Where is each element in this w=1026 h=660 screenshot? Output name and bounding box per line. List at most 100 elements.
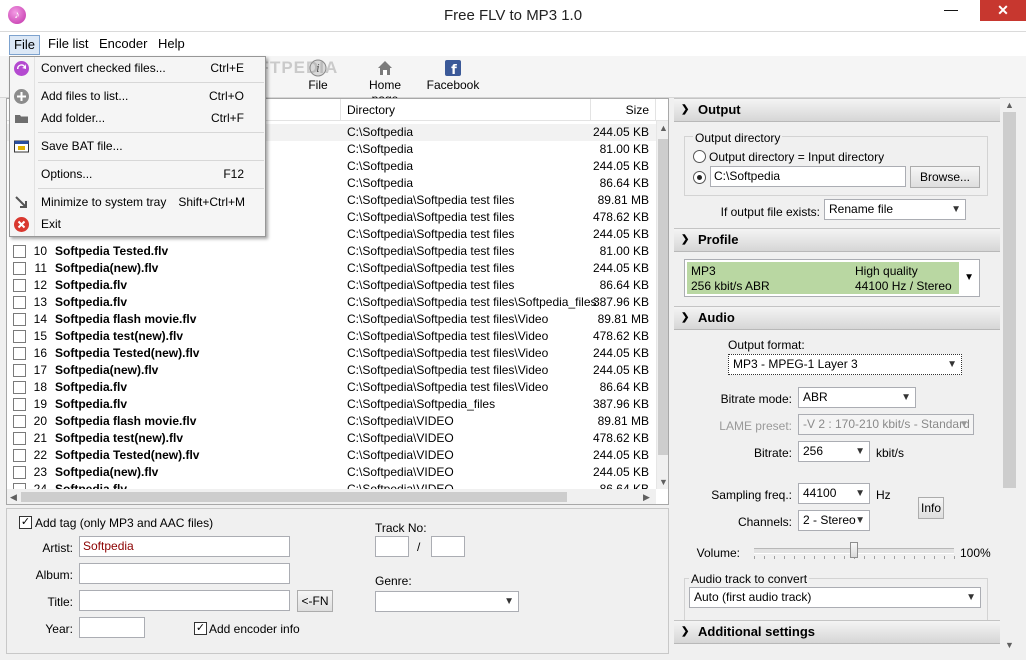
row-checkbox[interactable] bbox=[13, 296, 26, 309]
close-icon[interactable]: ✕ bbox=[980, 0, 1026, 21]
artist-input[interactable]: Softpedia bbox=[79, 536, 290, 557]
table-row[interactable]: 14 Softpedia flash movie.flv C:\Softpedia\… bbox=[7, 311, 657, 328]
row-checkbox[interactable] bbox=[13, 262, 26, 275]
browse-button[interactable]: Browse... bbox=[910, 166, 980, 188]
if-exists-select[interactable]: Rename file ▼ bbox=[824, 199, 966, 220]
volume-slider-thumb[interactable] bbox=[850, 542, 858, 558]
scroll-down-icon[interactable]: ▼ bbox=[659, 477, 668, 487]
scroll-down-icon[interactable]: ▼ bbox=[1005, 640, 1014, 650]
table-row[interactable]: 20 Softpedia flash movie.flv C:\Softpedia\… bbox=[7, 413, 657, 430]
track-total-input[interactable] bbox=[431, 536, 465, 557]
menu-item-exit[interactable]: Exit bbox=[10, 213, 265, 235]
menu-file[interactable]: File bbox=[9, 35, 40, 55]
info-button[interactable]: Info bbox=[918, 497, 944, 519]
channels-label: Channels: bbox=[737, 515, 792, 529]
year-input[interactable] bbox=[79, 617, 145, 638]
menu-help[interactable]: Help bbox=[154, 35, 189, 55]
row-checkbox[interactable] bbox=[13, 364, 26, 377]
row-number: 18 bbox=[33, 380, 47, 394]
table-row[interactable]: 10 Softpedia Tested.flv C:\Softpedia\Softp… bbox=[7, 243, 657, 260]
scroll-up-icon[interactable]: ▲ bbox=[659, 123, 668, 133]
lame-preset-select[interactable]: -V 2 : 170-210 kbit/s - Standard ▼ bbox=[798, 414, 974, 435]
row-checkbox[interactable] bbox=[13, 381, 26, 394]
menu-item-save-bat[interactable]: Save BAT file... bbox=[10, 135, 265, 157]
filename-to-title-button[interactable]: <-FN bbox=[297, 590, 333, 612]
audio-track-select[interactable]: Auto (first audio track) ▼ bbox=[689, 587, 981, 608]
chevron-down-icon: ▼ bbox=[855, 488, 865, 499]
row-filename: Softpedia test(new).flv bbox=[55, 329, 184, 343]
home-icon bbox=[378, 61, 392, 75]
menu-file-list[interactable]: File list bbox=[44, 35, 92, 55]
row-checkbox[interactable] bbox=[13, 432, 26, 445]
row-size: 81.00 KB bbox=[599, 244, 649, 258]
table-row[interactable]: 18 Softpedia.flv C:\Softpedia\Softpedia te… bbox=[7, 379, 657, 396]
row-checkbox[interactable] bbox=[13, 330, 26, 343]
radio-input-directory[interactable] bbox=[693, 150, 706, 163]
sampling-select[interactable]: 44100 ▼ bbox=[798, 483, 870, 504]
table-row[interactable]: 21 Softpedia test(new).flv C:\Softpedia\VI… bbox=[7, 430, 657, 447]
output-section-header[interactable]: ❯ Output bbox=[674, 98, 1000, 122]
row-number: 12 bbox=[33, 278, 47, 292]
output-path-input[interactable]: C:\Softpedia bbox=[710, 166, 906, 187]
audio-section-header[interactable]: ❯ Audio bbox=[674, 306, 1000, 330]
profile-section-title: Profile bbox=[698, 232, 739, 247]
row-number: 17 bbox=[33, 363, 47, 377]
row-checkbox[interactable] bbox=[13, 313, 26, 326]
window-title: Free FLV to MP3 1.0 bbox=[443, 7, 583, 24]
scroll-left-icon[interactable]: ◀ bbox=[10, 492, 17, 503]
profile-frequency: 44100 Hz / Stereo bbox=[855, 279, 952, 293]
volume-tick bbox=[924, 556, 925, 559]
column-directory[interactable]: Directory bbox=[341, 99, 591, 121]
table-row[interactable]: 12 Softpedia.flv C:\Softpedia\Softpedia te… bbox=[7, 277, 657, 294]
vertical-scroll-thumb[interactable] bbox=[658, 139, 668, 455]
channels-select[interactable]: 2 - Stereo ▼ bbox=[798, 510, 870, 531]
profile-section-header[interactable]: ❯ Profile bbox=[674, 228, 1000, 252]
album-input[interactable] bbox=[79, 563, 290, 584]
menu-item-options[interactable]: Options... F12 bbox=[10, 163, 265, 185]
radio-custom-directory[interactable] bbox=[693, 171, 706, 184]
settings-scroll-thumb[interactable] bbox=[1003, 112, 1016, 488]
menu-item-add-folder[interactable]: Add folder... Ctrl+F bbox=[10, 107, 265, 129]
table-row[interactable]: 16 Softpedia Tested(new).flv C:\Softpedia\… bbox=[7, 345, 657, 362]
output-format-select[interactable]: MP3 - MPEG-1 Layer 3 ▼ bbox=[728, 354, 962, 375]
menu-item-add-files[interactable]: Add files to list... Ctrl+O bbox=[10, 85, 265, 107]
row-checkbox[interactable] bbox=[13, 279, 26, 292]
title-input[interactable] bbox=[79, 590, 290, 611]
scroll-right-icon[interactable]: ▶ bbox=[643, 492, 650, 503]
table-row[interactable]: 15 Softpedia test(new).flv C:\Softpedia\So… bbox=[7, 328, 657, 345]
table-row[interactable]: 11 Softpedia(new).flv C:\Softpedia\Softped… bbox=[7, 260, 657, 277]
column-size[interactable]: Size bbox=[591, 99, 656, 121]
row-checkbox[interactable] bbox=[13, 347, 26, 360]
menu-item-minimize-tray[interactable]: Minimize to system tray Shift+Ctrl+M bbox=[10, 191, 265, 213]
volume-tick bbox=[874, 556, 875, 559]
scroll-up-icon[interactable]: ▲ bbox=[1005, 100, 1014, 110]
genre-select[interactable]: ▼ bbox=[375, 591, 519, 612]
table-row[interactable]: 23 Softpedia(new).flv C:\Softpedia\VIDEO 24… bbox=[7, 464, 657, 481]
row-checkbox[interactable] bbox=[13, 466, 26, 479]
table-row[interactable]: 19 Softpedia.flv C:\Softpedia\Softpedia_fi… bbox=[7, 396, 657, 413]
bitrate-mode-select[interactable]: ABR ▼ bbox=[798, 387, 916, 408]
row-checkbox[interactable] bbox=[13, 415, 26, 428]
menu-encoder[interactable]: Encoder bbox=[95, 35, 151, 55]
minimize-icon[interactable]: — bbox=[938, 0, 964, 20]
add-encoder-checkbox[interactable]: ✓ bbox=[194, 622, 207, 635]
toolbar-facebook-button[interactable]: f Facebook bbox=[426, 59, 480, 92]
row-directory: C:\Softpedia\Softpedia test files\Video bbox=[347, 329, 549, 343]
row-filename: Softpedia.flv bbox=[55, 295, 128, 309]
profile-select[interactable]: MP3 High quality 256 kbit/s ABR 44100 Hz… bbox=[684, 259, 980, 297]
row-checkbox[interactable] bbox=[13, 245, 26, 258]
additional-section-header[interactable]: ❯ Additional settings bbox=[674, 620, 1000, 644]
row-size: 86.64 KB bbox=[599, 380, 649, 394]
menu-item-convert[interactable]: Convert checked files... Ctrl+E bbox=[10, 57, 265, 79]
table-row[interactable]: 17 Softpedia(new).flv C:\Softpedia\Softped… bbox=[7, 362, 657, 379]
row-checkbox[interactable] bbox=[13, 449, 26, 462]
add-tag-checkbox[interactable]: ✓ bbox=[19, 516, 32, 529]
bitrate-select[interactable]: 256 ▼ bbox=[798, 441, 870, 462]
volume-tick bbox=[824, 556, 825, 559]
table-row[interactable]: 13 Softpedia.flv C:\Softpedia\Softpedia te… bbox=[7, 294, 657, 311]
row-directory: C:\Softpedia\VIDEO bbox=[347, 448, 454, 462]
track-number-input[interactable] bbox=[375, 536, 409, 557]
horizontal-scroll-thumb[interactable] bbox=[21, 492, 567, 502]
table-row[interactable]: 22 Softpedia Tested(new).flv C:\Softpedia\… bbox=[7, 447, 657, 464]
row-checkbox[interactable] bbox=[13, 398, 26, 411]
